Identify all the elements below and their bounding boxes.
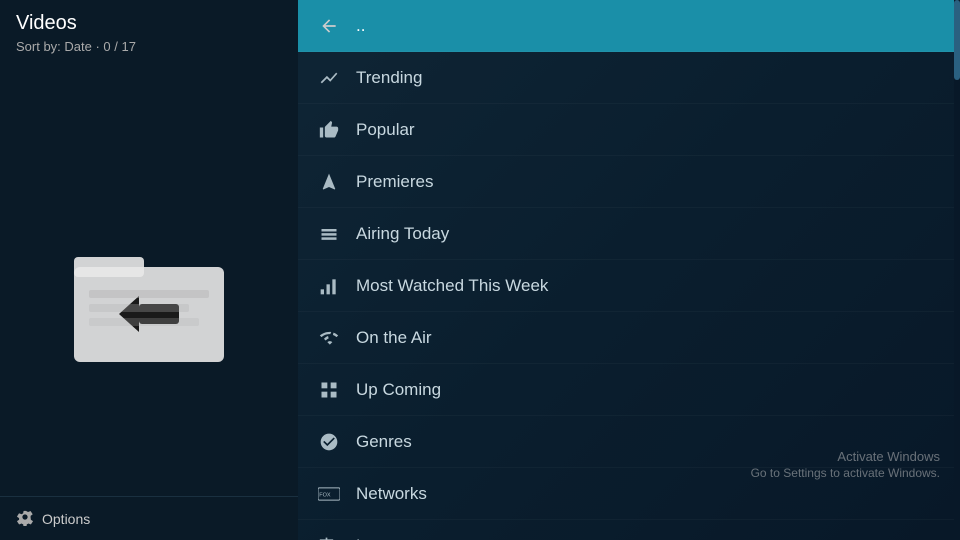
menu-item-label-most-watched: Most Watched This Week	[356, 276, 548, 296]
premieres-icon	[318, 171, 340, 193]
svg-text:FOX: FOX	[319, 492, 331, 498]
menu-item-label-popular: Popular	[356, 120, 415, 140]
options-label: Options	[42, 511, 90, 527]
menu-item-most-watched[interactable]: Most Watched This Week	[298, 260, 960, 312]
menu-item-languages[interactable]: Languages	[298, 520, 960, 540]
left-panel: Videos Sort by: Date · 0 / 17	[0, 0, 298, 540]
menu-item-label-up-coming: Up Coming	[356, 380, 441, 400]
back-icon	[318, 15, 340, 37]
menu-item-airing-today[interactable]: Airing Today	[298, 208, 960, 260]
menu-item-label-networks: Networks	[356, 484, 427, 504]
menu-item-label-airing-today: Airing Today	[356, 224, 449, 244]
page-title: Videos	[16, 12, 77, 35]
popular-icon	[318, 119, 340, 141]
activate-windows-subtitle: Go to Settings to activate Windows.	[751, 466, 940, 480]
menu-item-trending[interactable]: Trending	[298, 52, 960, 104]
menu-item-popular[interactable]: Popular	[298, 104, 960, 156]
menu-item-up-coming[interactable]: Up Coming	[298, 364, 960, 416]
networks-icon: FOX	[318, 483, 340, 505]
menu-item-label-languages: Languages	[356, 536, 440, 540]
on-air-icon	[318, 327, 340, 349]
upcoming-icon	[318, 379, 340, 401]
scrollbar-track[interactable]	[954, 0, 960, 540]
menu-item-premieres[interactable]: Premieres	[298, 156, 960, 208]
most-watched-icon	[318, 275, 340, 297]
menu-item-back[interactable]: ..	[298, 0, 960, 52]
settings-icon	[16, 508, 34, 529]
menu-item-on-the-air[interactable]: On the Air	[298, 312, 960, 364]
menu-item-label-back: ..	[356, 16, 365, 36]
folder-icon-area	[16, 74, 282, 540]
sort-info: Sort by: Date · 0 / 17	[16, 39, 136, 54]
menu-item-label-genres: Genres	[356, 432, 412, 452]
scrollbar-thumb[interactable]	[954, 0, 960, 80]
activate-windows-watermark: Activate Windows Go to Settings to activ…	[751, 449, 940, 480]
airing-icon	[318, 223, 340, 245]
languages-icon	[318, 535, 340, 540]
folder-back-icon	[69, 242, 229, 372]
menu-item-label-trending: Trending	[356, 68, 422, 88]
activate-windows-title: Activate Windows	[751, 449, 940, 464]
genres-icon	[318, 431, 340, 453]
trending-icon	[318, 67, 340, 89]
menu-item-label-on-the-air: On the Air	[356, 328, 432, 348]
menu-item-label-premieres: Premieres	[356, 172, 433, 192]
options-bar[interactable]: Options	[0, 496, 298, 540]
